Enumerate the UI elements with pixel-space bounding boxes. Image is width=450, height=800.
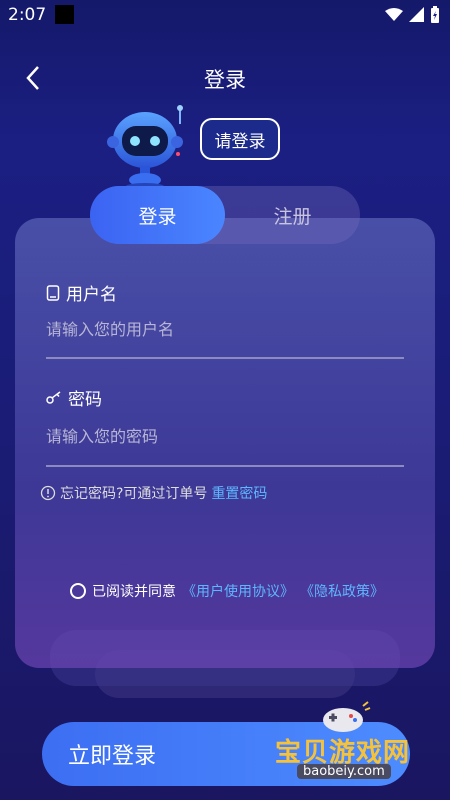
tab-register[interactable]: 注册 (225, 186, 360, 244)
notification-icon (55, 5, 74, 24)
reset-password-link[interactable]: 重置密码 (211, 483, 267, 503)
submit-label: 立即登录 (68, 744, 157, 769)
agree-checkbox[interactable] (70, 583, 86, 599)
password-divider (46, 465, 404, 467)
username-label-text: 用户名 (66, 285, 117, 305)
gamepad-logo-icon (323, 701, 371, 732)
robot-mascot-icon (107, 105, 183, 191)
tab-login[interactable]: 登录 (90, 186, 225, 244)
forgot-password-hint: 忘记密码?可通过订单号 重置密码 (40, 483, 267, 503)
privacy-link[interactable]: 《隐私政策》 (300, 581, 384, 601)
username-divider (46, 357, 404, 359)
speech-bubble: 请登录 (200, 118, 280, 160)
agree-text: 已阅读并同意 (92, 584, 176, 600)
phone-icon (46, 284, 60, 301)
battery-icon (431, 6, 439, 23)
password-input[interactable] (46, 425, 404, 447)
key-icon (46, 390, 61, 404)
agreement-row: 已阅读并同意 《用户使用协议》 《隐私政策》 (70, 581, 384, 601)
page-title: 登录 (204, 68, 246, 92)
status-time: 2:07 (8, 5, 47, 25)
info-icon (40, 485, 56, 501)
signal-icon (409, 7, 424, 22)
watermark: 宝贝游戏网 baobeiy.com (275, 700, 435, 790)
username-label: 用户名 (46, 280, 117, 305)
password-label-text: 密码 (68, 390, 102, 410)
password-label: 密码 (46, 385, 102, 410)
username-input[interactable] (46, 318, 404, 340)
terms-link[interactable]: 《用户使用协议》 (182, 581, 294, 601)
forgot-text: 忘记密码?可通过订单号 (60, 486, 208, 502)
login-register-tabs: 登录 注册 (90, 186, 360, 244)
wifi-icon (385, 7, 403, 21)
status-bar: 2:07 (0, 0, 450, 32)
watermark-url: baobeiy.com (297, 764, 391, 779)
